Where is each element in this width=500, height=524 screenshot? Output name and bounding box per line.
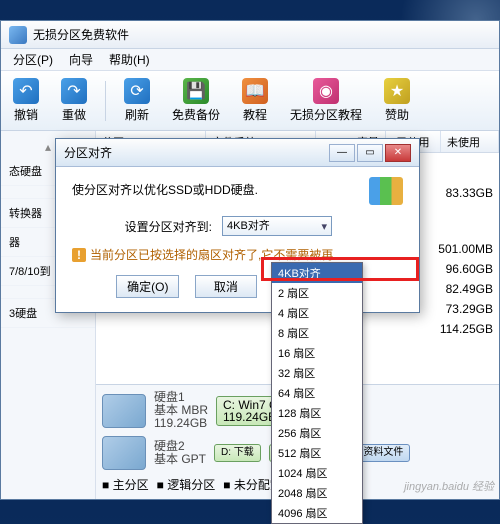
menu-wizard[interactable]: 向导 (61, 49, 101, 70)
menu-partition[interactable]: 分区(P) (5, 49, 61, 70)
sponsor-button[interactable]: ★赞助 (380, 76, 414, 125)
dropdown-item[interactable]: 64 扇区 (272, 383, 362, 403)
lossless-button[interactable]: ◉无损分区教程 (286, 76, 366, 125)
refresh-button[interactable]: ⟳刷新 (120, 76, 154, 125)
menu-help[interactable]: 帮助(H) (101, 49, 158, 70)
disk-icon (102, 436, 146, 470)
partition-block[interactable]: D: 下载 (214, 444, 261, 462)
disk-icon (102, 394, 146, 428)
redo-icon: ↷ (61, 78, 87, 104)
titlebar: 无损分区免费软件 (1, 21, 499, 49)
dropdown-item[interactable]: 8 扇区 (272, 323, 362, 343)
align-label: 设置分区对齐到: (72, 218, 212, 235)
cancel-button[interactable]: 取消 (195, 275, 257, 298)
col-unused[interactable]: 未使用 (441, 131, 499, 152)
disk-info: 硬盘1 基本 MBR 119.24GB (154, 391, 208, 430)
close-button[interactable]: ✕ (385, 144, 411, 162)
dropdown-item[interactable]: 2 扇区 (272, 283, 362, 303)
lossless-icon: ◉ (313, 78, 339, 104)
align-dialog: 分区对齐 — ▭ ✕ 使分区对齐以优化SSD或HDD硬盘. 设置分区对齐到: 4… (55, 138, 420, 313)
tutorial-icon: 📖 (242, 78, 268, 104)
undo-button[interactable]: ↶撤销 (9, 76, 43, 125)
tutorial-button[interactable]: 📖教程 (238, 76, 272, 125)
menubar: 分区(P) 向导 帮助(H) (1, 49, 499, 71)
dropdown-item[interactable]: 1024 扇区 (272, 463, 362, 483)
backup-button[interactable]: 💾免费备份 (168, 76, 224, 125)
refresh-icon: ⟳ (124, 78, 150, 104)
disk-info: 硬盘2 基本 GPT (154, 440, 206, 466)
dropdown-item[interactable]: 512 扇区 (272, 443, 362, 463)
app-title: 无损分区免费软件 (33, 26, 129, 43)
backup-icon: 💾 (183, 78, 209, 104)
dropdown-item[interactable]: 256 扇区 (272, 423, 362, 443)
partition-graphic-icon (369, 177, 403, 205)
warning-text: !当前分区已按选择的扇区对齐了,它不需要被再 (72, 246, 403, 263)
dropdown-item[interactable]: 16 扇区 (272, 343, 362, 363)
dialog-body: 使分区对齐以优化SSD或HDD硬盘. 设置分区对齐到: 4KB对齐 !当前分区已… (56, 167, 419, 312)
dropdown-item[interactable]: 4 扇区 (272, 303, 362, 323)
undo-icon: ↶ (13, 78, 39, 104)
dropdown-item[interactable]: 4KB对齐 (272, 263, 362, 283)
dialog-title: 分区对齐 (64, 144, 327, 161)
warning-icon: ! (72, 248, 86, 262)
align-dropdown[interactable]: 4KB对齐 2 扇区 4 扇区 8 扇区 16 扇区 32 扇区 64 扇区 1… (271, 262, 363, 524)
align-combo[interactable]: 4KB对齐 (222, 216, 332, 236)
minimize-button[interactable]: — (329, 144, 355, 162)
dropdown-item[interactable]: 128 扇区 (272, 403, 362, 423)
ok-button[interactable]: 确定(O) (116, 275, 179, 298)
redo-button[interactable]: ↷重做 (57, 76, 91, 125)
dropdown-item[interactable]: 2048 扇区 (272, 483, 362, 503)
maximize-button[interactable]: ▭ (357, 144, 383, 162)
dialog-titlebar[interactable]: 分区对齐 — ▭ ✕ (56, 139, 419, 167)
watermark: jingyan.baidu 经验 (404, 478, 494, 494)
dialog-text: 使分区对齐以优化SSD或HDD硬盘. (72, 181, 403, 198)
toolbar: ↶撤销 ↷重做 ⟳刷新 💾免费备份 📖教程 ◉无损分区教程 ★赞助 (1, 71, 499, 131)
app-icon (9, 26, 27, 44)
dropdown-item[interactable]: 4096 扇区 (272, 503, 362, 523)
dropdown-item[interactable]: 32 扇区 (272, 363, 362, 383)
sponsor-icon: ★ (384, 78, 410, 104)
separator (105, 81, 106, 121)
